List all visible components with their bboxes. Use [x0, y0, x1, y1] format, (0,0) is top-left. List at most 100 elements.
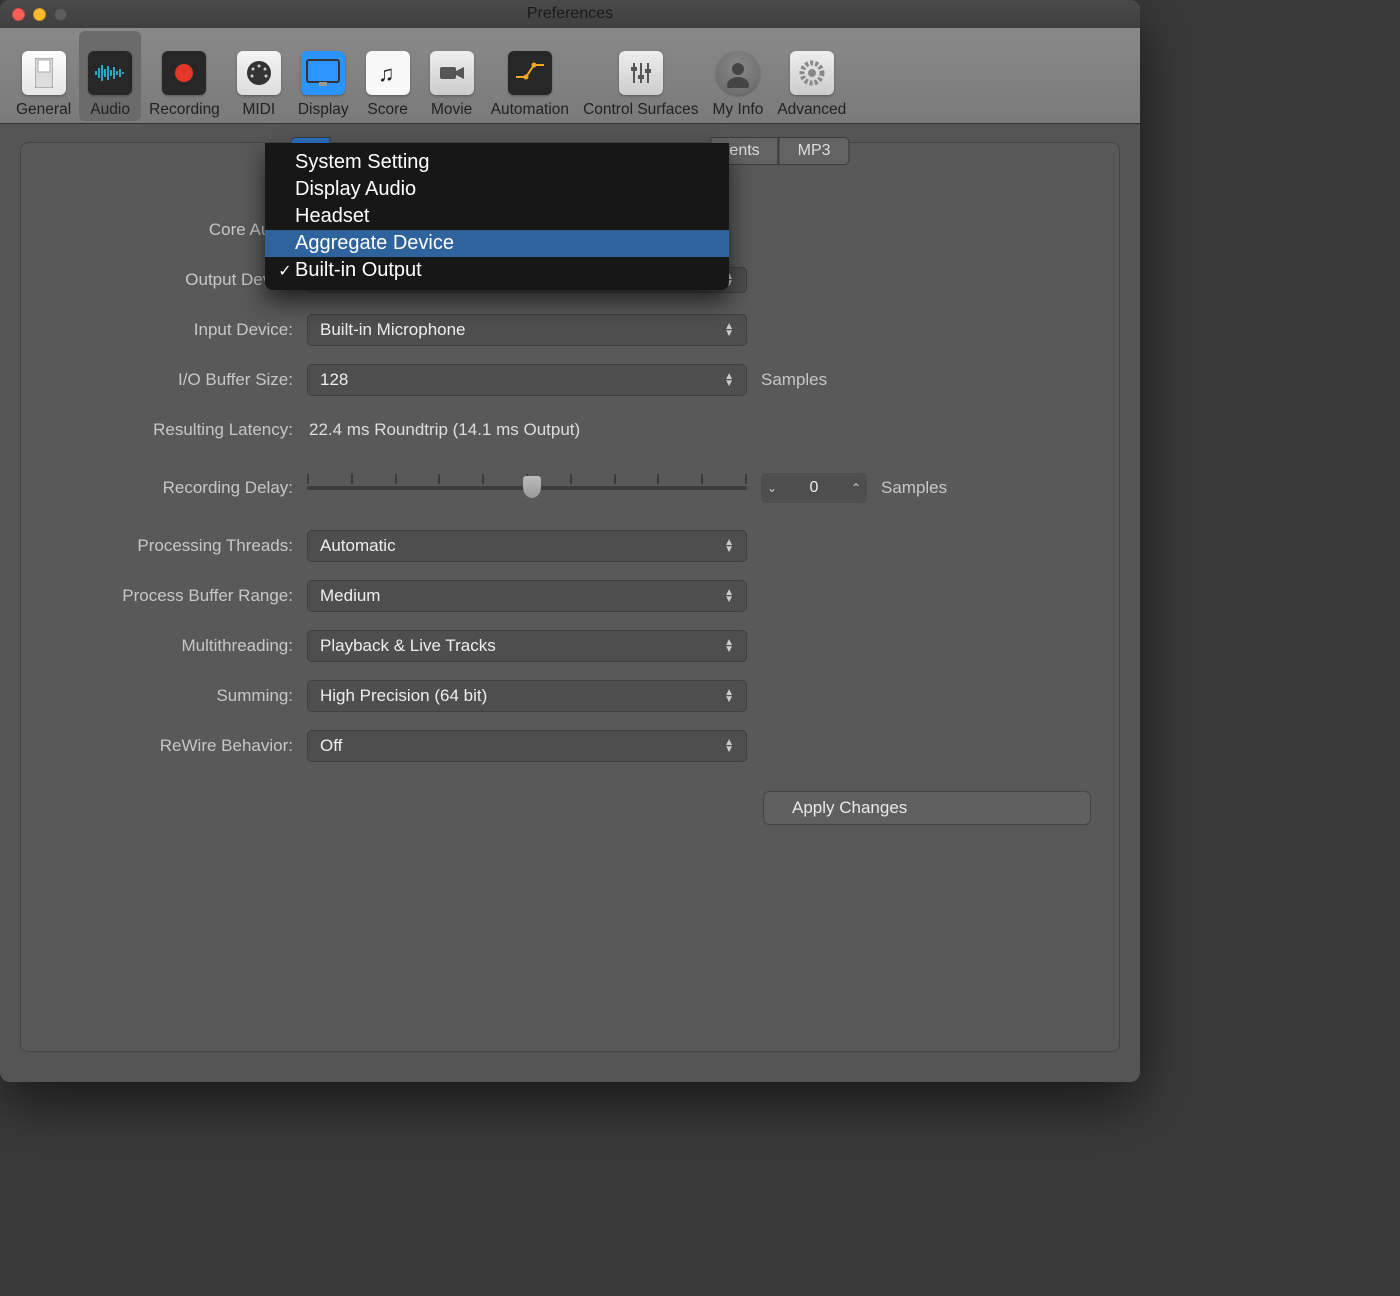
music-note-icon: ♫ [366, 51, 410, 95]
dropdown-item-label: System Setting [295, 151, 430, 174]
threads-select[interactable]: Automatic ▲▼ [307, 530, 747, 562]
tab-score[interactable]: ♫ Score [357, 31, 419, 121]
window-title: Preferences [0, 5, 1140, 23]
tab-advanced[interactable]: Advanced [771, 31, 852, 121]
midi-icon [237, 51, 281, 95]
select-value: 128 [320, 370, 348, 390]
tab-display[interactable]: Display [292, 31, 355, 121]
recording-delay-number[interactable]: ⌄ 0 ⌃ [761, 473, 867, 503]
stepper-icon: ▲▼ [724, 639, 734, 653]
camera-icon [430, 51, 474, 95]
apply-changes-button[interactable]: Apply Changes [763, 791, 1091, 825]
row-buffer-range: Process Buffer Range: Medium ▲▼ [49, 579, 1091, 613]
recording-delay-slider[interactable] [307, 478, 747, 498]
tab-label: Automation [491, 101, 569, 119]
row-input-device: Input Device: Built-in Microphone ▲▼ [49, 313, 1091, 347]
multithreading-select[interactable]: Playback & Live Tracks ▲▼ [307, 630, 747, 662]
tab-label: Audio [90, 101, 130, 119]
row-io-buffer: I/O Buffer Size: 128 ▲▼ Samples [49, 363, 1091, 397]
slider-thumb[interactable] [523, 476, 541, 498]
tab-label: Advanced [777, 101, 846, 119]
dropdown-item-headset[interactable]: Headset [265, 203, 729, 230]
number-value: 0 [810, 479, 819, 497]
dropdown-item-aggregate-device[interactable]: Aggregate Device [265, 230, 729, 257]
select-value: Off [320, 736, 342, 756]
input-device-label: Input Device: [49, 320, 307, 340]
prefs-toolbar: General Audio Recording MIDI Display [0, 28, 1140, 124]
threads-label: Processing Threads: [49, 536, 307, 556]
tab-label: My Info [713, 101, 764, 119]
chevron-down-icon[interactable]: ⌄ [767, 481, 777, 495]
tab-recording[interactable]: Recording [143, 31, 226, 121]
tab-audio[interactable]: Audio [79, 31, 141, 121]
recording-delay-suffix: Samples [881, 478, 947, 498]
titlebar: Preferences [0, 0, 1140, 28]
stepper-icon: ▲▼ [724, 323, 734, 337]
tab-general[interactable]: General [10, 31, 77, 121]
tab-label: Control Surfaces [583, 101, 698, 119]
chevron-up-icon[interactable]: ⌃ [851, 481, 861, 495]
display-icon [301, 51, 345, 95]
io-buffer-suffix: Samples [761, 370, 827, 390]
subtab-mp3[interactable]: MP3 [779, 137, 850, 165]
switch-icon [22, 51, 66, 95]
preferences-window: Preferences General Audio Recording MID [0, 0, 1140, 1082]
dropdown-item-label: Aggregate Device [295, 232, 454, 255]
tab-control-surfaces[interactable]: Control Surfaces [577, 31, 704, 121]
row-processing-threads: Processing Threads: Automatic ▲▼ [49, 529, 1091, 563]
summing-select[interactable]: High Precision (64 bit) ▲▼ [307, 680, 747, 712]
tab-label: Display [298, 101, 349, 119]
tab-label: Recording [149, 101, 220, 119]
multithreading-label: Multithreading: [49, 636, 307, 656]
record-icon [162, 51, 206, 95]
dropdown-item-label: Built-in Output [295, 259, 422, 282]
io-buffer-label: I/O Buffer Size: [49, 370, 307, 390]
audio-prefs-panel: ents MP3 System Setting Display Audio He… [20, 142, 1120, 1052]
input-device-select[interactable]: Built-in Microphone ▲▼ [307, 314, 747, 346]
person-icon [716, 51, 760, 95]
stepper-icon: ▲▼ [724, 689, 734, 703]
stepper-icon: ▲▼ [724, 373, 734, 387]
row-multithreading: Multithreading: Playback & Live Tracks ▲… [49, 629, 1091, 663]
recording-delay-label: Recording Delay: [49, 478, 307, 498]
rewire-select[interactable]: Off ▲▼ [307, 730, 747, 762]
tab-label: General [16, 101, 71, 119]
faders-icon [619, 51, 663, 95]
dropdown-item-label: Display Audio [295, 178, 416, 201]
svg-text:♫: ♫ [378, 61, 395, 86]
select-value: Automatic [320, 536, 396, 556]
gear-icon [790, 51, 834, 95]
tab-my-info[interactable]: My Info [707, 31, 770, 121]
tab-label: Movie [431, 101, 472, 119]
dropdown-item-system-setting[interactable]: System Setting [265, 149, 729, 176]
latency-label: Resulting Latency: [49, 420, 307, 440]
tab-movie[interactable]: Movie [421, 31, 483, 121]
stepper-icon: ▲▼ [724, 739, 734, 753]
dropdown-item-display-audio[interactable]: Display Audio [265, 176, 729, 203]
latency-value: 22.4 ms Roundtrip (14.1 ms Output) [307, 420, 580, 440]
stepper-icon: ▲▼ [724, 589, 734, 603]
dropdown-item-built-in-output[interactable]: ✓ Built-in Output [265, 257, 729, 284]
tab-label: MIDI [242, 101, 275, 119]
waveform-icon [88, 51, 132, 95]
buffer-range-select[interactable]: Medium ▲▼ [307, 580, 747, 612]
output-device-dropdown[interactable]: System Setting Display Audio Headset Agg… [265, 143, 729, 290]
row-latency: Resulting Latency: 22.4 ms Roundtrip (14… [49, 413, 1091, 447]
summing-label: Summing: [49, 686, 307, 706]
row-summing: Summing: High Precision (64 bit) ▲▼ [49, 679, 1091, 713]
row-recording-delay: Recording Delay: ⌄ 0 ⌃ Samples [49, 471, 1091, 505]
tab-midi[interactable]: MIDI [228, 31, 290, 121]
select-value: Playback & Live Tracks [320, 636, 496, 656]
dropdown-item-label: Headset [295, 205, 370, 228]
automation-icon [508, 51, 552, 95]
apply-button-label: Apply Changes [792, 798, 907, 817]
row-rewire: ReWire Behavior: Off ▲▼ [49, 729, 1091, 763]
buffer-range-label: Process Buffer Range: [49, 586, 307, 606]
io-buffer-select[interactable]: 128 ▲▼ [307, 364, 747, 396]
tab-automation[interactable]: Automation [485, 31, 575, 121]
stepper-icon: ▲▼ [724, 539, 734, 553]
select-value: Medium [320, 586, 380, 606]
rewire-label: ReWire Behavior: [49, 736, 307, 756]
check-icon: ✓ [275, 261, 295, 281]
tab-label: Score [367, 101, 408, 119]
